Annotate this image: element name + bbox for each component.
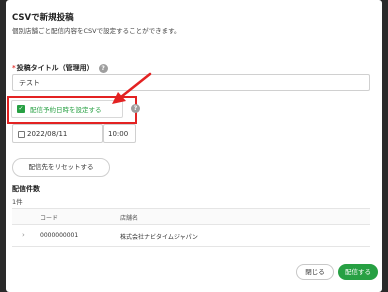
check-icon[interactable]: ✓ xyxy=(17,105,25,113)
column-header-code: コード xyxy=(40,215,59,222)
count-label: 配信件数 xyxy=(12,185,40,193)
schedule-date-field[interactable]: 2022/08/11 xyxy=(12,124,103,143)
recipients-table: コード 店舗名 › 0000000001 株式会社ナビタイムジャパン xyxy=(12,208,370,248)
help-icon[interactable]: ? xyxy=(98,63,108,73)
send-button[interactable]: 配信する xyxy=(338,264,378,280)
post-title-label: * 投稿タイトル（管理用） ? xyxy=(12,63,108,73)
csv-post-modal: CSVで新規投稿 個別店舗ごと配信内容をCSVで設定することができます。 * 投… xyxy=(6,0,382,292)
schedule-date-value: 2022/08/11 xyxy=(27,129,68,138)
modal-title: CSVで新規投稿 xyxy=(12,13,74,23)
calendar-icon xyxy=(18,131,25,138)
post-title-input[interactable]: テスト xyxy=(12,74,370,91)
required-mark: * xyxy=(12,64,16,72)
schedule-checkbox[interactable]: ✓ 配信予約日時を設定する xyxy=(11,100,123,118)
cell-code: 0000000001 xyxy=(40,232,79,239)
schedule-time-field[interactable]: 10:00 xyxy=(103,124,136,143)
column-header-name: 店舗名 xyxy=(120,215,139,222)
reset-recipients-button[interactable]: 配信先をリセットする xyxy=(12,158,110,177)
modal-subtitle: 個別店舗ごと配信内容をCSVで設定することができます。 xyxy=(12,27,181,35)
backdrop xyxy=(382,0,388,292)
table-row[interactable]: › 0000000001 株式会社ナビタイムジャパン xyxy=(12,225,370,247)
table-header: コード 店舗名 xyxy=(12,209,370,225)
expand-icon[interactable]: › xyxy=(22,231,25,239)
close-button[interactable]: 閉じる xyxy=(296,264,334,280)
schedule-checkbox-label: 配信予約日時を設定する xyxy=(30,106,102,114)
help-icon[interactable]: ? xyxy=(131,104,140,113)
count-value: 1件 xyxy=(12,198,23,206)
schedule-time-value: 10:00 xyxy=(108,129,129,138)
post-title-label-text: 投稿タイトル（管理用） xyxy=(16,64,94,72)
cell-name: 株式会社ナビタイムジャパン xyxy=(120,234,198,241)
